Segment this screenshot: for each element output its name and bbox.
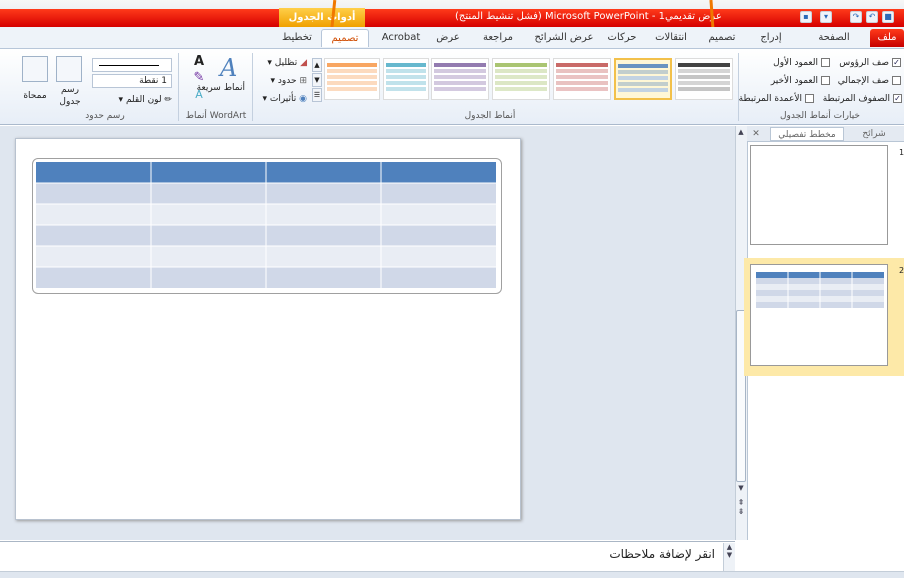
gallery-up-icon[interactable]: ▲ (312, 58, 322, 72)
table-style-swatch-4[interactable] (492, 58, 550, 100)
notes-placeholder[interactable]: انقر لإضافة ملاحظات (560, 547, 715, 561)
tab-table-layout[interactable]: تخطيط (276, 29, 318, 47)
undo-icon[interactable]: ↶ (866, 11, 878, 23)
slide-number-1: 1 (899, 148, 904, 157)
quick-styles-label[interactable]: أنماط سريعة (197, 82, 245, 94)
table-style-swatch-6[interactable] (383, 58, 429, 100)
paint-bucket-icon: ◢ (300, 58, 307, 68)
pen-color-button[interactable]: ✏ لون القلم ▾ (100, 94, 172, 106)
notes-scrollbar[interactable]: ▲ ▼ (723, 543, 735, 571)
pen-weight-dropdown[interactable]: 1 نقطة (92, 74, 172, 88)
check-total-row[interactable]: صف الإجمالي (835, 75, 901, 87)
tab-slideshow[interactable]: عرض الشرائح (530, 29, 598, 47)
borders-icon: ⊞ (299, 76, 307, 86)
text-fill-icon[interactable]: A (190, 54, 208, 69)
draw-table-icon[interactable] (56, 56, 82, 82)
redo-icon[interactable]: ↷ (850, 11, 862, 23)
eraser-label[interactable]: ممحاة (18, 90, 52, 102)
draw-table-label[interactable]: رسم جدول (52, 84, 88, 108)
check-first-column[interactable]: العمود الأول (740, 57, 830, 69)
slide-number-2: 2 (899, 266, 904, 275)
tab-insert[interactable]: إدراج (748, 29, 794, 47)
check-last-column[interactable]: العمود الأخير (740, 75, 830, 87)
check-banded-columns[interactable]: الأعمدة المرتبطة (722, 93, 814, 105)
group-label-style-options: خيارات أنماط الجدول (780, 111, 860, 121)
save-icon[interactable]: ■ (882, 11, 894, 23)
customize-icon[interactable]: ▾ (820, 11, 832, 23)
status-bar (0, 571, 904, 578)
group-separator (738, 53, 739, 121)
eraser-icon[interactable] (22, 56, 48, 82)
borders-button[interactable]: ⊞ حدود ▾ (257, 75, 307, 87)
wordart-style-icon[interactable]: A (220, 54, 246, 84)
table-style-swatch-2[interactable] (614, 58, 672, 100)
tab-home[interactable]: الصفحة الرئيسية (800, 29, 868, 61)
tab-slides[interactable]: شرائح (848, 127, 900, 141)
gallery-down-icon[interactable]: ▼ (312, 73, 322, 87)
check-banded-rows[interactable]: ✓الصفوف المرتبطة (818, 93, 902, 105)
slide-thumbnail-2-table (756, 272, 884, 308)
table-style-swatch-7[interactable] (324, 58, 380, 100)
group-separator (178, 53, 179, 121)
table-style-swatch-5[interactable] (431, 58, 489, 100)
tab-file[interactable]: ملف (870, 29, 904, 47)
scroll-up-icon[interactable]: ▲ (736, 128, 746, 138)
contextual-tab-group: أدوات الجدول (279, 8, 365, 27)
tab-animations[interactable]: حركات (602, 29, 642, 47)
shading-button[interactable]: ◢ تظليل ▾ (257, 57, 307, 69)
pen-icon: ✏ (164, 95, 172, 105)
tab-design-main[interactable]: تصميم (700, 29, 744, 47)
check-header-row[interactable]: ✓صف الرؤوس (835, 57, 901, 69)
group-label-wordart: أنماط WordArt (185, 111, 247, 121)
group-label-draw-borders: رسم حدود (85, 111, 125, 121)
group-label-table-styles: أنماط الجدول (464, 111, 516, 121)
title-red-band (0, 9, 904, 27)
table-style-swatch-3[interactable] (553, 58, 611, 100)
pen-style-dropdown[interactable] (92, 58, 172, 72)
tab-view[interactable]: عرض (430, 29, 466, 47)
group-separator (252, 53, 253, 121)
tab-transitions[interactable]: انتقالات (645, 29, 697, 47)
effects-icon: ◉ (299, 94, 307, 104)
prev-next-slide-icon[interactable]: ⇞ ⇟ (736, 498, 746, 518)
tab-acrobat[interactable]: Acrobat (375, 29, 427, 47)
window-title: عرض تقديمي1 - Microsoft PowerPoint (فشل … (455, 11, 722, 22)
tab-review[interactable]: مراجعة (470, 29, 526, 47)
close-pane-icon[interactable]: ✕ (749, 127, 763, 141)
slide-table[interactable] (36, 162, 496, 288)
gallery-more-icon[interactable]: ☰ (312, 88, 322, 102)
scroll-down-icon[interactable]: ▼ (736, 484, 746, 494)
slide-thumbnail-1[interactable] (750, 145, 888, 245)
app-icon: ▪ (800, 11, 812, 23)
tab-table-design[interactable]: تصميم (321, 29, 369, 47)
tab-outline[interactable]: مخطط تفصيلي (770, 127, 844, 141)
table-style-swatch-1[interactable] (675, 58, 733, 100)
effects-button[interactable]: ◉ تأثيرات ▾ (257, 93, 307, 105)
